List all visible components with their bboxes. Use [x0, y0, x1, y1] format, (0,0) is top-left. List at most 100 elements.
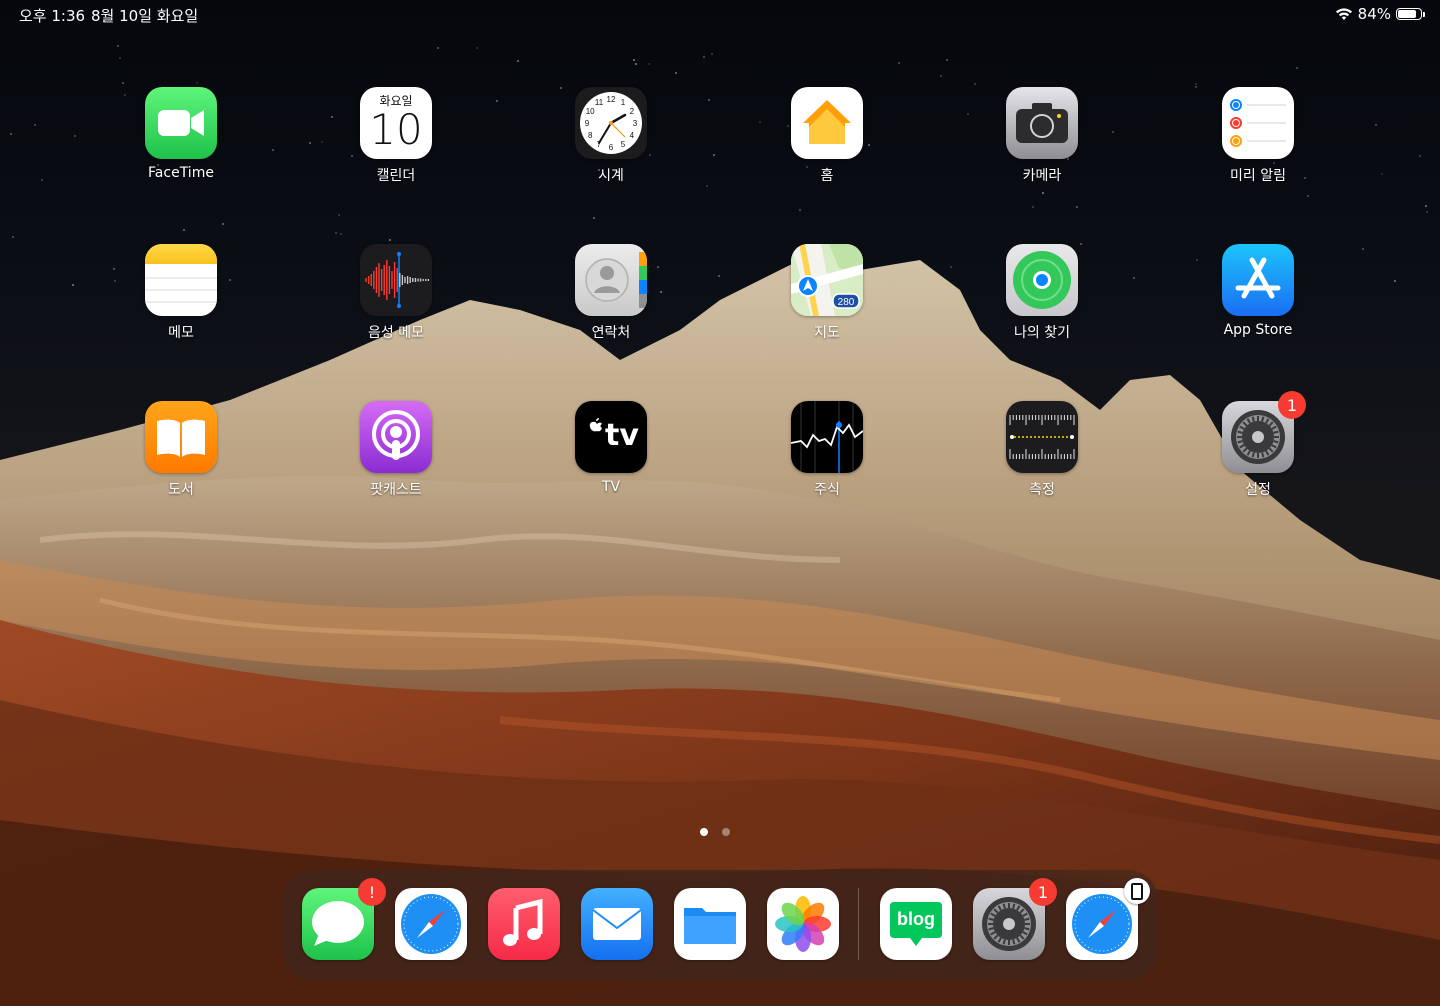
- app-label: 지도: [814, 325, 840, 341]
- app-settings[interactable]: 1 설정: [1188, 391, 1328, 499]
- app-clock[interactable]: 12 1 2 3 4 5 6 7 8 9 10 11 시계: [541, 87, 681, 185]
- dock-divider: [858, 888, 859, 960]
- clock-number: 2: [630, 107, 635, 116]
- messages-icon: !: [302, 878, 386, 960]
- star: [12, 236, 14, 238]
- star: [309, 142, 311, 144]
- app-measure[interactable]: 측정: [972, 401, 1112, 499]
- clock-number: 12: [607, 95, 616, 104]
- app-label: 홈: [820, 168, 834, 184]
- settings-icon: 1: [1222, 391, 1306, 473]
- app-stocks[interactable]: 주식: [757, 401, 897, 499]
- app-reminders[interactable]: 미리 알림: [1188, 87, 1328, 185]
- star: [335, 232, 337, 234]
- star: [1419, 155, 1421, 157]
- maps-icon: 280: [791, 244, 863, 316]
- app-contacts[interactable]: 연락처: [541, 244, 681, 342]
- voice-memos-icon: [360, 244, 432, 316]
- star: [967, 113, 969, 115]
- app-maps[interactable]: 280 지도: [757, 244, 897, 342]
- page-dot[interactable]: [722, 828, 730, 836]
- dock-app-settings[interactable]: 1: [973, 878, 1057, 960]
- safari-icon: [395, 888, 467, 960]
- safari-icon: [1066, 878, 1150, 960]
- app-label: 측정: [1029, 482, 1055, 498]
- star: [675, 72, 677, 74]
- app-calendar[interactable]: 화요일 10 캘린더: [326, 87, 466, 185]
- stocks-icon: [791, 401, 863, 473]
- star: [1307, 195, 1309, 197]
- battery-icon: [1396, 8, 1425, 20]
- dock-app-files[interactable]: [674, 888, 746, 960]
- map-route-label: 280: [838, 297, 855, 308]
- star: [1362, 248, 1364, 250]
- notification-badge: 1: [1278, 391, 1306, 419]
- notes-icon: [145, 244, 217, 316]
- app-home[interactable]: 홈: [757, 87, 897, 185]
- home-icon: [791, 87, 863, 159]
- star: [950, 266, 952, 268]
- podcasts-icon: [360, 401, 432, 473]
- dock-app-photos[interactable]: [767, 888, 839, 960]
- app-tv[interactable]: tv TV: [541, 401, 681, 495]
- tv-text: tv: [605, 418, 639, 453]
- files-icon: [674, 888, 746, 960]
- app-podcasts[interactable]: 팟캐스트: [326, 401, 466, 499]
- calendar-date: 10: [369, 105, 423, 154]
- app-label: 나의 찾기: [1014, 325, 1070, 341]
- dock: ! blog 1: [282, 870, 1158, 980]
- app-facetime[interactable]: FaceTime: [111, 87, 251, 181]
- app-find-my[interactable]: 나의 찾기: [972, 244, 1112, 342]
- app-books[interactable]: 도서: [111, 401, 251, 499]
- dock-app-music[interactable]: [488, 888, 560, 960]
- app-app-store[interactable]: App Store: [1188, 244, 1328, 338]
- clock-number: 3: [633, 119, 638, 128]
- handoff-phone-icon: [1124, 878, 1150, 904]
- star: [711, 53, 713, 55]
- star: [633, 59, 635, 61]
- dock-app-safari-handoff[interactable]: [1066, 878, 1150, 960]
- app-label: App Store: [1223, 322, 1293, 338]
- star: [940, 75, 942, 77]
- app-camera[interactable]: 카메라: [972, 87, 1112, 185]
- clock-number: 11: [595, 98, 604, 107]
- clock-number: 1: [621, 98, 626, 107]
- star: [517, 60, 519, 62]
- star: [648, 63, 650, 65]
- star: [1195, 83, 1197, 85]
- blog-text: blog: [897, 909, 935, 929]
- dock-app-blog[interactable]: blog: [880, 888, 952, 960]
- wifi-icon: [1335, 7, 1352, 20]
- page-indicator[interactable]: [700, 828, 730, 836]
- star: [1112, 131, 1114, 133]
- app-label: 주식: [814, 482, 840, 498]
- page-dot[interactable]: [700, 828, 708, 836]
- star: [196, 82, 198, 84]
- app-label: 설정: [1245, 482, 1271, 498]
- star: [437, 47, 439, 49]
- books-icon: [145, 401, 217, 473]
- dock-app-messages[interactable]: !: [302, 878, 386, 960]
- star: [1426, 211, 1428, 213]
- star: [1375, 124, 1377, 126]
- star: [1133, 277, 1135, 279]
- music-icon: [488, 888, 560, 960]
- find-my-icon: [1006, 244, 1078, 316]
- clock-number: 9: [585, 119, 590, 128]
- clock-number: 8: [588, 131, 593, 140]
- dock-app-safari[interactable]: [395, 888, 467, 960]
- app-voice-memos[interactable]: 음성 메모: [326, 244, 466, 342]
- status-bar: 오후 1:36 8월 10일 화요일 84%: [0, 0, 1440, 30]
- clock-number: 10: [586, 107, 595, 116]
- status-time: 오후 1:36: [19, 7, 86, 25]
- dock-app-mail[interactable]: [581, 888, 653, 960]
- star: [222, 223, 224, 225]
- star: [1381, 173, 1383, 175]
- tv-icon: tv: [575, 401, 647, 473]
- star: [1076, 206, 1078, 208]
- app-label: FaceTime: [148, 165, 214, 181]
- clock-icon: 12 1 2 3 4 5 6 7 8 9 10 11: [575, 87, 647, 159]
- star: [41, 179, 43, 181]
- calendar-icon: 화요일 10: [360, 87, 432, 159]
- app-notes[interactable]: 메모: [111, 244, 251, 342]
